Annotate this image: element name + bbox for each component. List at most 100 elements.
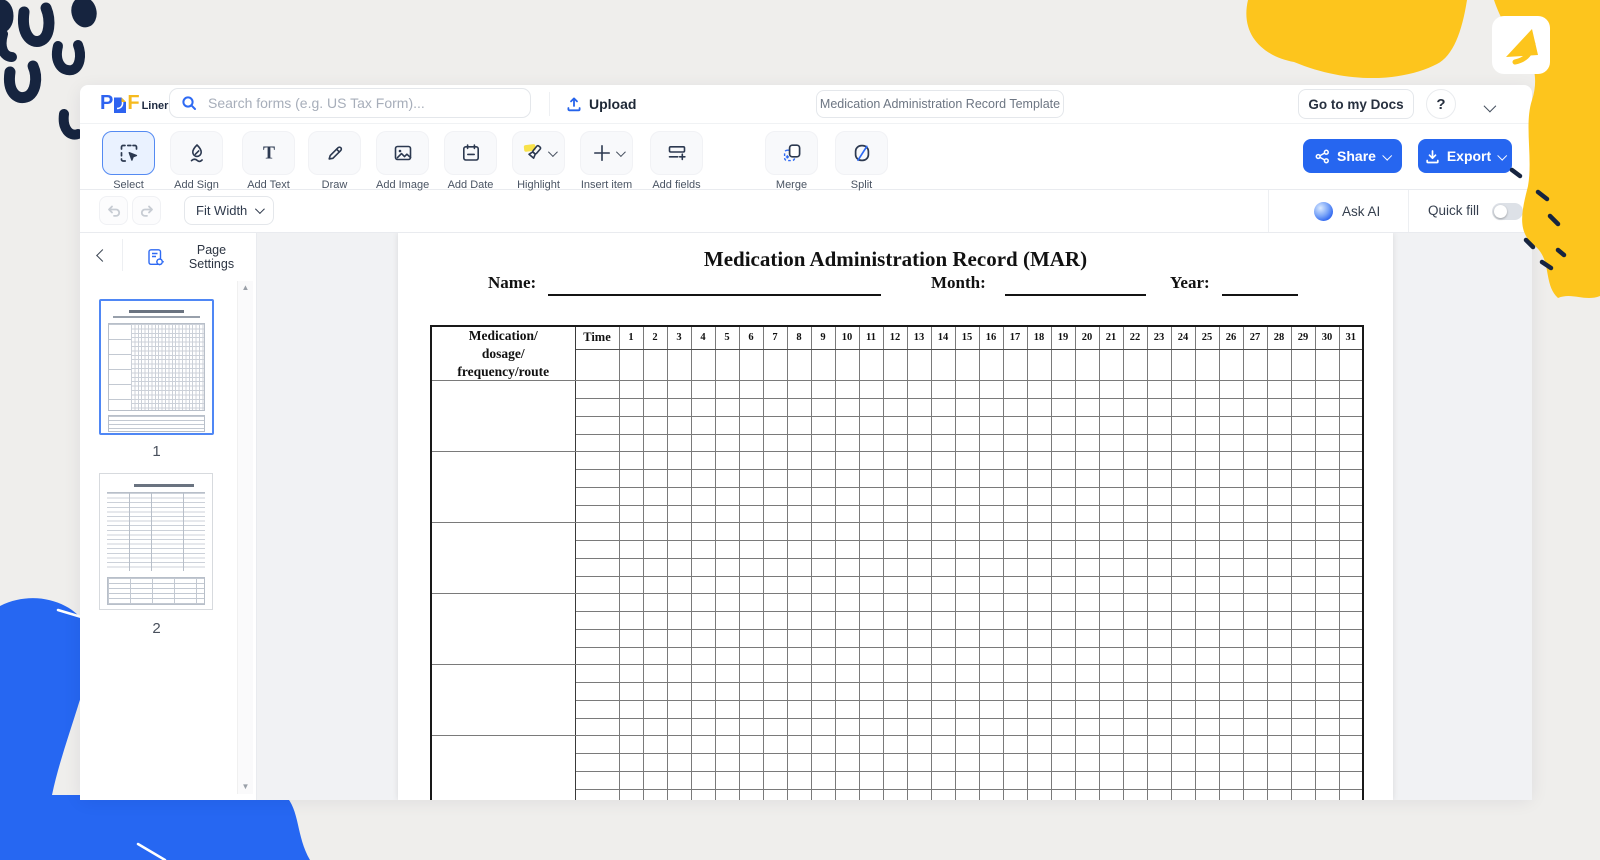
day-cell [642, 433, 668, 453]
tool-add-image[interactable]: Add Image [376, 131, 429, 191]
day-cell [1242, 770, 1268, 790]
day-cell [1098, 735, 1124, 755]
day-cell [954, 646, 980, 666]
document-title-field[interactable] [816, 90, 1064, 118]
day-cell [618, 699, 644, 719]
day-cell [1314, 646, 1340, 666]
day-cell [954, 398, 980, 417]
month-field-line [1005, 277, 1146, 296]
day-cell [834, 504, 860, 524]
quick-fill-toggle[interactable] [1492, 203, 1523, 220]
day-cell [930, 593, 956, 613]
day-cell [1050, 451, 1076, 471]
redo-button[interactable] [132, 196, 161, 225]
day-cell [1146, 735, 1172, 755]
document-page[interactable]: Medication Administration Record (MAR) N… [398, 233, 1393, 800]
tool-add-fields[interactable]: Add fields [650, 131, 703, 191]
tool-draw[interactable]: Draw [308, 131, 361, 191]
search-input[interactable] [206, 94, 519, 112]
day-cell [858, 682, 884, 701]
day-cell [858, 717, 884, 737]
scroll-down-arrow[interactable]: ▼ [238, 780, 253, 794]
time-cell [574, 593, 620, 613]
tool-split[interactable]: Split [835, 131, 888, 191]
undo-button[interactable] [99, 196, 128, 225]
zoom-mode-dropdown[interactable]: Fit Width [184, 196, 275, 225]
day-cell [1146, 611, 1172, 630]
pdfliner-app-window: P F Liner Search forms (e.g. US Tax Form… [80, 85, 1532, 800]
day-cell [1074, 415, 1100, 435]
tool-add-date[interactable]: Add Date [444, 131, 497, 191]
day-cell [834, 348, 860, 382]
divider [1268, 190, 1269, 232]
day-cell [978, 699, 1004, 719]
day-cell [882, 717, 908, 737]
day-cell [834, 735, 860, 755]
day-cell [1218, 575, 1244, 595]
day-cell [810, 557, 836, 577]
day-cell [882, 557, 908, 577]
day-cell [810, 398, 836, 417]
day-cell [930, 628, 956, 648]
day-cell [906, 415, 932, 435]
day-cell [1026, 611, 1052, 630]
help-button[interactable]: ? [1426, 89, 1456, 119]
day-cell [618, 575, 644, 595]
day-cell [1290, 682, 1316, 701]
tool-merge[interactable]: Merge [765, 131, 818, 191]
share-button[interactable]: Share [1303, 139, 1402, 173]
day-cell [762, 415, 788, 435]
pdfliner-logo[interactable]: P F Liner [100, 92, 168, 114]
export-button[interactable]: Export [1418, 139, 1512, 173]
collapse-sidebar-button[interactable] [90, 243, 114, 267]
day-cell [1074, 611, 1100, 630]
day-cell [786, 646, 812, 666]
day-cell [1290, 486, 1316, 506]
month-field-label: Month: [931, 273, 986, 292]
day-header-cell: 26 [1218, 325, 1244, 350]
medication-cell [430, 735, 576, 800]
scroll-up-arrow[interactable]: ▲ [238, 281, 253, 295]
day-cell [1026, 469, 1052, 488]
time-cell [574, 788, 620, 800]
day-cell [762, 646, 788, 666]
day-cell [1002, 433, 1028, 453]
day-cell [882, 753, 908, 772]
page-thumbnail-2[interactable] [99, 473, 213, 610]
thumb-footer-table [108, 415, 205, 432]
go-to-my-docs-button[interactable]: Go to my Docs [1298, 89, 1414, 119]
upload-button[interactable]: Upload [560, 89, 642, 119]
day-cell [1050, 575, 1076, 595]
ask-ai-button[interactable]: Ask AI [1308, 190, 1386, 232]
day-header-cell: 14 [930, 325, 956, 350]
day-cell [858, 469, 884, 488]
tool-add-text[interactable]: T Add Text [242, 131, 295, 191]
page-thumbnail-1[interactable] [99, 299, 214, 435]
day-cell [1266, 486, 1292, 506]
day-cell [810, 522, 836, 542]
day-cell [690, 433, 716, 453]
day-cell [1242, 682, 1268, 701]
day-cell [1098, 593, 1124, 613]
logo-letter-f: F [127, 92, 140, 114]
day-header-cell: 9 [810, 325, 836, 350]
day-cell [1314, 557, 1340, 577]
tool-insert-item[interactable]: Insert item [580, 131, 633, 191]
day-cell [1218, 522, 1244, 542]
day-cell [714, 575, 740, 595]
day-cell [1170, 593, 1196, 613]
sidebar-scrollbar[interactable]: ▲ ▼ [237, 281, 253, 794]
day-cell [978, 717, 1004, 737]
day-cell [882, 682, 908, 701]
day-cell [810, 380, 836, 400]
tool-select[interactable]: Select [102, 131, 155, 191]
page-settings-button[interactable]: Page Settings [140, 242, 256, 272]
day-cell [1002, 451, 1028, 471]
day-cell [786, 628, 812, 648]
header-chevron-down-icon[interactable] [1478, 99, 1499, 116]
tool-add-sign[interactable]: Add Sign [170, 131, 223, 191]
day-cell [882, 788, 908, 800]
add-date-calendar-icon [460, 142, 482, 164]
divider [122, 239, 123, 271]
tool-highlight[interactable]: Highlight [512, 131, 565, 191]
